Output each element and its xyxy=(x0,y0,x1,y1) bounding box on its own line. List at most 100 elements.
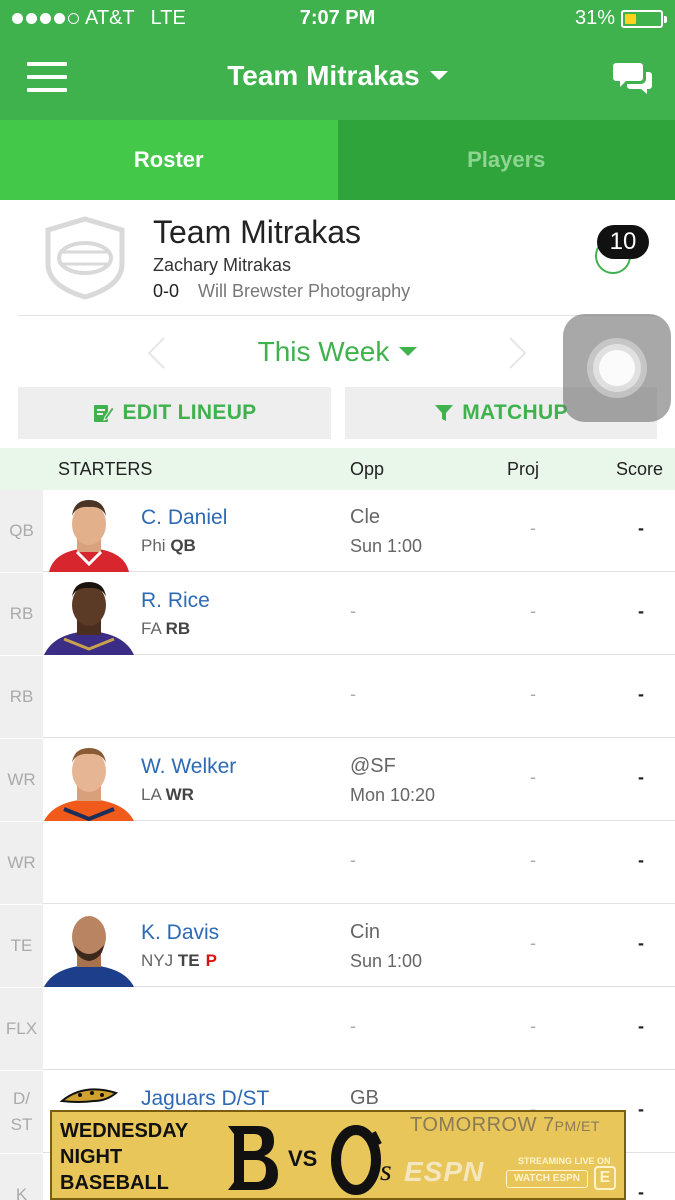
ad-air-time: TOMORROW 7PM/ET xyxy=(410,1114,600,1136)
assistive-touch-button[interactable] xyxy=(563,314,671,422)
starters-table-header: STARTERS Opp Proj Score xyxy=(0,448,675,490)
player-headshot xyxy=(44,916,134,987)
proj-column-header: Proj xyxy=(507,459,540,479)
opponent: Cle xyxy=(350,506,381,528)
player-team-position: LA WR xyxy=(141,785,194,804)
score: - xyxy=(638,933,644,953)
team-header: Team Mitrakas Zachary Mitrakas 0-0 Will … xyxy=(0,200,675,316)
injury-status: P xyxy=(205,951,217,970)
player-name-link[interactable]: Jaguars D/ST xyxy=(141,1087,269,1111)
slot-position: D/ ST xyxy=(0,1071,43,1153)
edit-clipboard-icon xyxy=(93,405,115,422)
espn-e-icon: E xyxy=(594,1166,616,1190)
table-row[interactable]: RB R. Rice FA RB - - - xyxy=(0,573,675,655)
tab-roster[interactable]: Roster xyxy=(0,120,338,200)
edit-lineup-label: EDIT LINEUP xyxy=(122,401,257,424)
next-week-arrow-icon[interactable] xyxy=(508,336,528,370)
ad-streaming-text: STREAMING LIVE ON xyxy=(518,1156,611,1166)
nav-title-text: Team Mitrakas xyxy=(227,60,420,91)
slot-position: RB xyxy=(0,573,43,655)
game-time: Sun 1:00 xyxy=(350,536,423,556)
matchup-label: MATCHUP xyxy=(462,401,568,424)
game-time: Mon 10:20 xyxy=(350,785,436,805)
battery-percent: 31% xyxy=(574,7,615,29)
score: - xyxy=(638,767,644,787)
score: - xyxy=(638,1182,644,1200)
ad-vs-text: VS xyxy=(288,1146,318,1171)
chat-bubbles-icon[interactable] xyxy=(613,60,653,96)
week-label: This Week xyxy=(257,336,390,367)
player-headshot xyxy=(44,582,134,655)
table-row[interactable]: TE K. Davis NYJ TE P Cin Sun 1:00 - - xyxy=(0,905,675,987)
player-team-position: FA RB xyxy=(141,619,191,638)
battery-level xyxy=(625,13,636,24)
player-headshot xyxy=(44,748,134,821)
slot-position: WR xyxy=(0,739,43,821)
score: - xyxy=(638,518,644,538)
navigation-bar: Team Mitrakas xyxy=(0,38,675,120)
opponent: - xyxy=(350,850,356,870)
score: - xyxy=(638,850,644,870)
score-column-header: Score xyxy=(616,459,664,479)
score: - xyxy=(638,684,644,704)
tab-bar: Roster Players xyxy=(0,120,675,200)
team-logo-shield-icon xyxy=(45,216,125,300)
projected-points: - xyxy=(530,933,536,953)
advertisement-banner[interactable]: WEDNESDAY NIGHT BASEBALL VS s TOMORROW 7… xyxy=(50,1110,626,1200)
clock: 7:07 PM xyxy=(299,7,376,29)
chevron-down-icon xyxy=(399,347,418,357)
projected-points: - xyxy=(530,767,536,787)
table-row[interactable]: FLX - - - xyxy=(0,988,675,1070)
team-record-line: 0-0 Will Brewster Photography xyxy=(153,281,410,302)
player-name-link[interactable]: W. Welker xyxy=(141,755,236,779)
team-record: 0-0 xyxy=(153,281,180,301)
projected-points: - xyxy=(530,518,536,538)
watch-espn-logo: WATCH ESPN xyxy=(506,1170,588,1188)
chevron-down-icon xyxy=(429,71,448,81)
team-name: Team Mitrakas xyxy=(153,214,362,250)
divider xyxy=(18,315,657,316)
projected-points: - xyxy=(530,1016,536,1036)
player-headshot xyxy=(49,500,129,572)
player-name-link[interactable]: C. Daniel xyxy=(141,506,227,530)
league-name: Will Brewster Photography xyxy=(198,281,411,301)
opp-column-header: Opp xyxy=(350,459,385,479)
filter-funnel-icon xyxy=(435,405,454,421)
tab-players[interactable]: Players xyxy=(337,120,675,200)
projected-points: - xyxy=(530,684,536,704)
starters-column-header: STARTERS xyxy=(58,459,153,479)
red-sox-logo-icon xyxy=(228,1126,278,1190)
edit-lineup-button[interactable]: EDIT LINEUP xyxy=(18,387,331,439)
slot-position: RB xyxy=(0,656,43,738)
player-team-position: Phi QB xyxy=(141,536,196,555)
espn-logo: ESPN xyxy=(404,1156,485,1187)
orioles-logo-icon: s xyxy=(331,1125,392,1195)
player-name-link[interactable]: K. Davis xyxy=(141,921,219,945)
projected-points: - xyxy=(530,601,536,621)
slot-position: TE xyxy=(0,905,43,987)
status-bar: AT&T LTE 7:07 PM 31% xyxy=(0,0,675,38)
slot-position: K xyxy=(0,1154,43,1200)
projected-points: - xyxy=(530,850,536,870)
team-selector[interactable]: Team Mitrakas xyxy=(0,60,675,92)
notification-badge[interactable]: 10 xyxy=(597,225,649,259)
opponent: Cin xyxy=(350,921,381,943)
game-time: Sun 1:00 xyxy=(350,951,423,971)
battery-icon xyxy=(621,9,667,28)
table-row[interactable]: WR - - - xyxy=(0,822,675,904)
opponent: - xyxy=(350,684,356,704)
opponent: - xyxy=(350,601,356,621)
svg-text:s: s xyxy=(380,1154,392,1187)
table-row[interactable]: WR W. Welker LA WR @SF Mon 10:20 - - xyxy=(0,739,675,821)
owner-name: Zachary Mitrakas xyxy=(153,255,292,275)
ad-program-title: WEDNESDAY NIGHT BASEBALL xyxy=(60,1120,189,1194)
slot-position: WR xyxy=(0,822,43,904)
opponent: GB xyxy=(350,1087,379,1109)
slot-position: QB xyxy=(0,490,43,572)
opponent: - xyxy=(350,1016,356,1036)
score: - xyxy=(638,601,644,621)
score: - xyxy=(638,1099,644,1119)
table-row[interactable]: RB - - - xyxy=(0,656,675,738)
player-name-link[interactable]: R. Rice xyxy=(141,589,210,613)
table-row[interactable]: QB C. Daniel Phi QB Cle Sun 1:00 - - xyxy=(0,490,675,572)
